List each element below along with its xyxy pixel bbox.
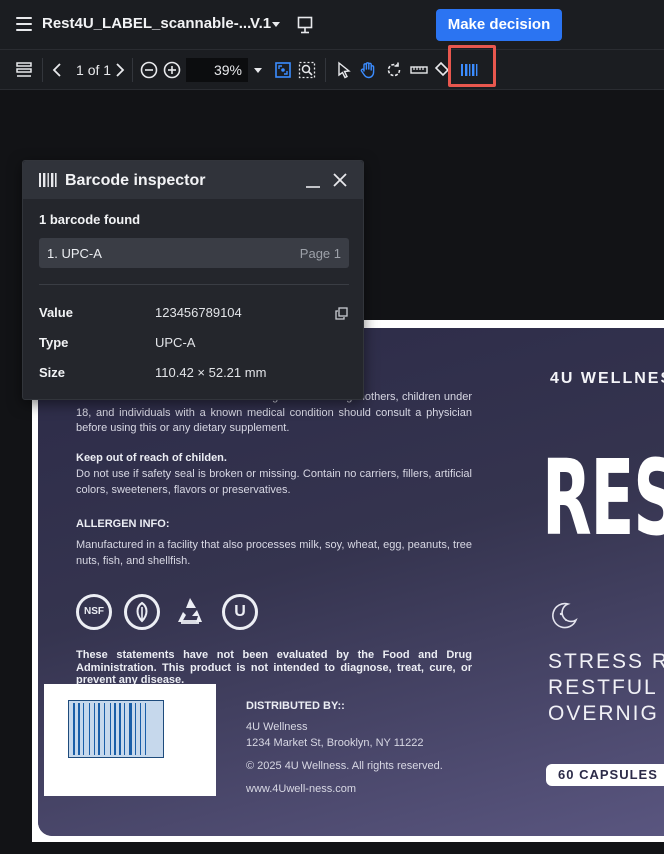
barcode-stripe: [145, 703, 146, 755]
page-indicator: 1 of 1: [76, 62, 111, 78]
size-text: 110.42 × 52.21 mm: [155, 365, 267, 380]
barcode-area[interactable]: [44, 684, 216, 796]
moon-icon: [548, 600, 580, 632]
inspector-header[interactable]: Barcode inspector: [23, 161, 363, 199]
present-icon[interactable]: [297, 16, 313, 34]
fit-page-icon[interactable]: [273, 60, 293, 80]
distributor-name: 4U Wellness: [246, 721, 308, 733]
website-text: www.4Uwell-ness.com: [246, 783, 357, 795]
pointer-icon[interactable]: [334, 60, 354, 80]
product-logo: RES: [542, 437, 664, 559]
barcode-count: 1 barcode found: [39, 212, 141, 227]
allergen-heading: ALLERGEN INFO:: [76, 518, 170, 530]
barcode-stripe: [73, 703, 75, 755]
barcode-list-item[interactable]: 1. UPC-A Page 1: [39, 238, 349, 268]
barcode-tool-highlight: [448, 45, 496, 87]
value-text: 123456789104: [155, 305, 242, 320]
size-label: Size: [39, 365, 66, 380]
type-text: UPC-A: [155, 335, 196, 350]
barcode-stripe: [110, 703, 111, 755]
barcode-stripe: [140, 703, 141, 755]
app-header: Rest4U_LABEL_scannable-... V.1 Make deci…: [0, 0, 664, 50]
copyright-text: © 2025 4U Wellness. All rights reserved.: [246, 760, 443, 772]
distributor-heading: DISTRIBUTED BY::: [246, 700, 345, 712]
toolbar-divider: [325, 58, 326, 82]
minimize-icon[interactable]: [305, 173, 321, 189]
barcode-stripe: [135, 703, 136, 755]
kosher-icon: U: [222, 594, 258, 630]
recycle-icon: [172, 594, 208, 630]
tagline-line-1: STRESS R: [548, 650, 664, 673]
distributor-address: 1234 Market St, Brooklyn, NY 11222: [246, 737, 424, 749]
menu-icon[interactable]: [16, 17, 32, 31]
zoom-select-icon[interactable]: [297, 60, 317, 80]
close-icon[interactable]: [332, 172, 348, 188]
hand-icon[interactable]: [358, 60, 378, 80]
zoom-dropdown-icon[interactable]: [254, 68, 262, 73]
fda-disclaimer: These statements have not been evaluated…: [76, 649, 472, 686]
barcode-stripe: [83, 703, 84, 755]
capsule-count-badge: 60 CAPSULES: [546, 764, 664, 786]
inspector-divider: [39, 284, 349, 285]
product-label: Do not exceed recommended dose. Pregnant…: [38, 328, 664, 836]
barcode-stripe: [89, 703, 90, 755]
page-current: 1: [76, 62, 84, 78]
nsf-icon: NSF: [76, 594, 112, 630]
value-label: Value: [39, 305, 73, 320]
allergen-text: Manufactured in a facility that also pro…: [76, 539, 472, 567]
ruler-icon[interactable]: [409, 60, 429, 80]
barcode-stripe: [78, 703, 80, 755]
make-decision-button[interactable]: Make decision: [436, 9, 562, 41]
toolbar-divider: [42, 58, 43, 82]
chevron-right-icon[interactable]: [109, 60, 129, 80]
toolbar-divider: [132, 58, 133, 82]
barcode-item-label: 1. UPC-A: [47, 246, 102, 261]
barcode-stripe: [119, 703, 121, 755]
zoom-out-icon[interactable]: [139, 60, 159, 80]
zoom-in-icon[interactable]: [162, 60, 182, 80]
keep-heading: Keep out of reach of childen.: [76, 452, 227, 464]
document-title[interactable]: Rest4U_LABEL_scannable-...: [42, 15, 251, 32]
barcode-icon: [39, 173, 57, 187]
barcode-stripe: [114, 703, 116, 755]
tagline-line-2: RESTFUL: [548, 676, 658, 699]
copy-icon[interactable]: [335, 307, 348, 320]
barcode-stripe: [98, 703, 100, 755]
zoom-input[interactable]: 39%: [186, 58, 248, 82]
barcode-image: [68, 700, 164, 758]
page-of: of: [87, 62, 100, 78]
vegan-icon: [124, 594, 160, 630]
inspector-title: Barcode inspector: [65, 172, 206, 189]
tagline-line-3: OVERNIG: [548, 702, 659, 725]
rotate-icon[interactable]: [384, 60, 404, 80]
viewer-toolbar: 1 of 1 39%: [0, 50, 664, 90]
type-label: Type: [39, 335, 69, 350]
chevron-down-icon[interactable]: [272, 22, 280, 27]
barcode-stripe: [94, 703, 95, 755]
barcode-stripe: [129, 703, 132, 755]
barcode-stripe: [104, 703, 105, 755]
chevron-left-icon[interactable]: [48, 60, 68, 80]
barcode-stripe: [124, 703, 125, 755]
brand-name: 4U WELLNES: [550, 370, 664, 387]
barcode-inspector-panel[interactable]: Barcode inspector 1 barcode found 1. UPC…: [22, 160, 364, 400]
barcode-item-page: Page 1: [299, 246, 341, 261]
sidebar-icon[interactable]: [14, 60, 34, 80]
version-selector[interactable]: V.1: [250, 15, 271, 32]
keep-text: Do not use if safety seal is broken or m…: [76, 468, 472, 496]
